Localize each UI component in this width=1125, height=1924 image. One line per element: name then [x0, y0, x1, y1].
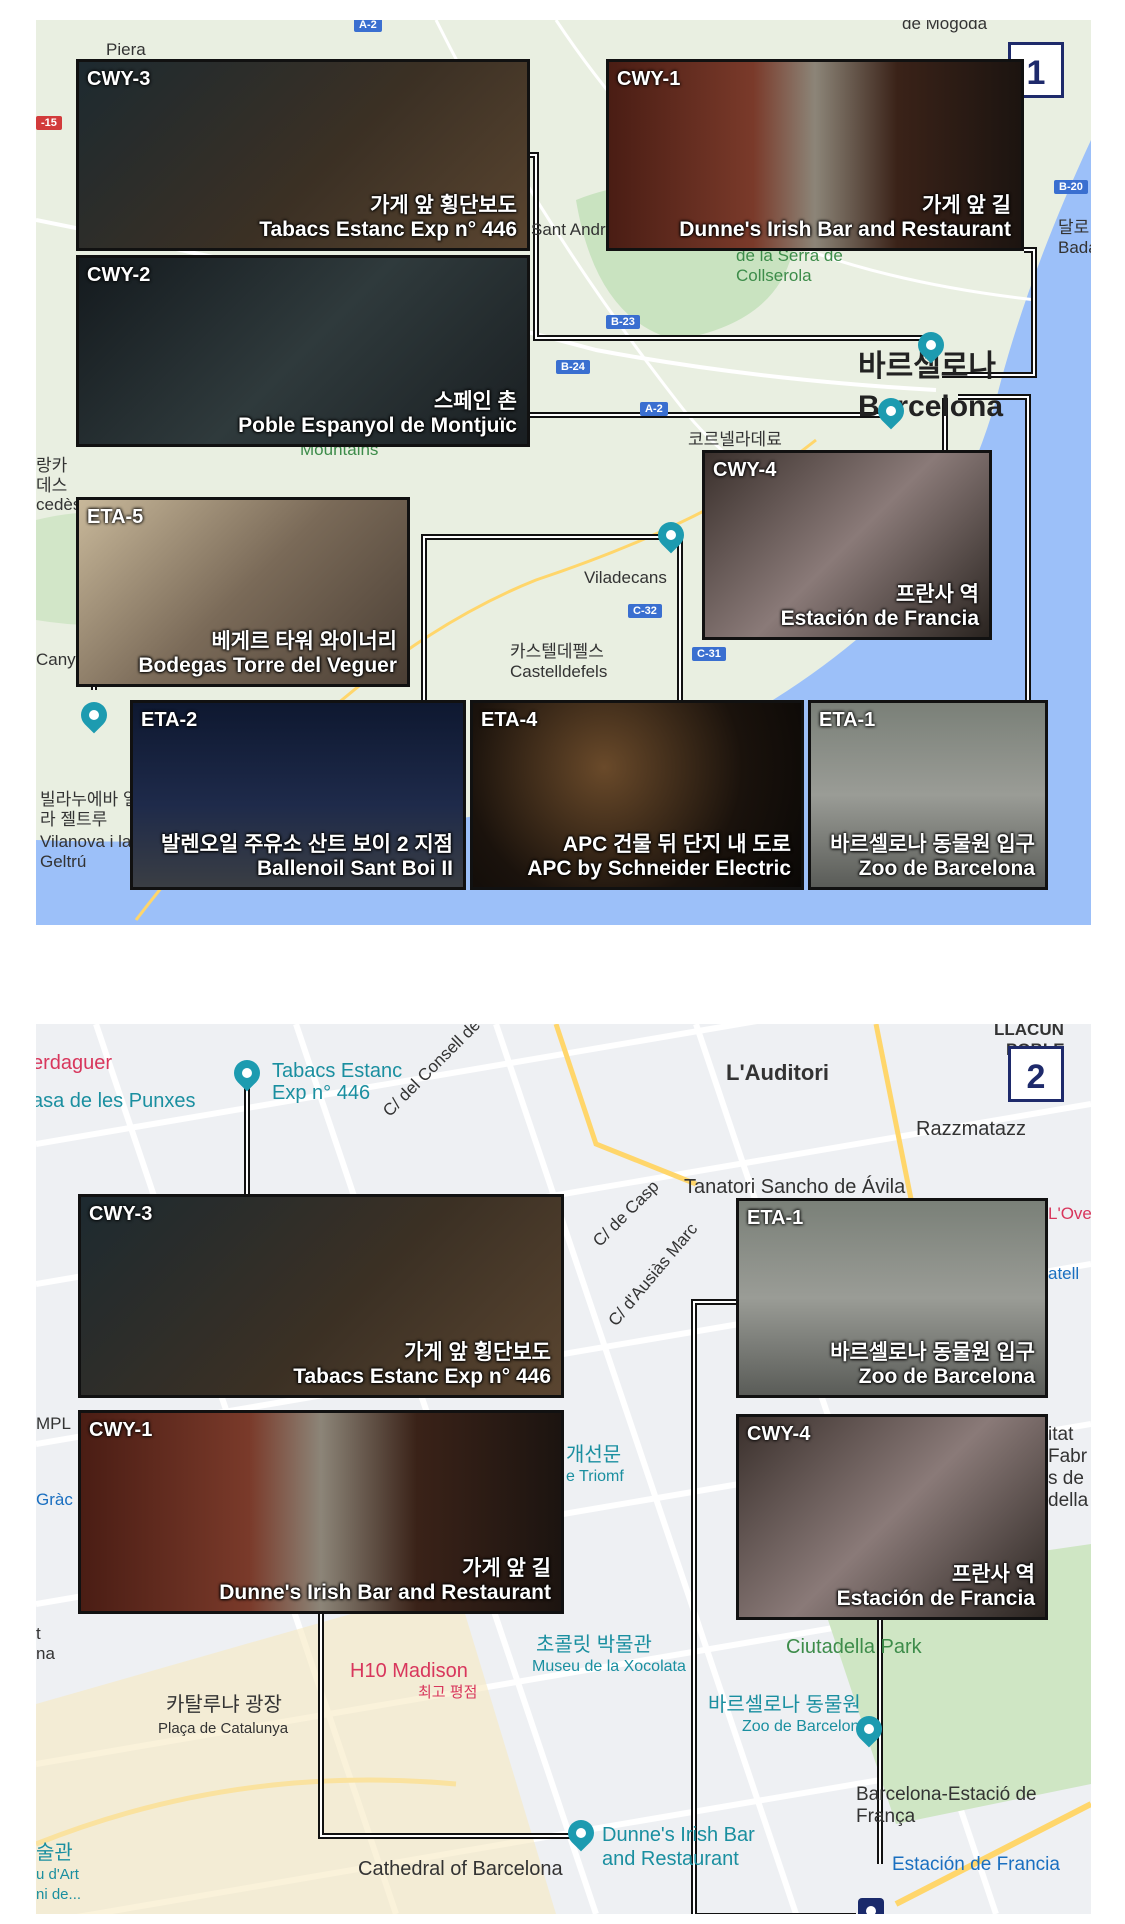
map-label: de Mogoda [902, 20, 988, 33]
map-label: C/ de Casp [589, 1176, 663, 1251]
card-tag: CWY-4 [713, 459, 777, 481]
location-card-eta-5[interactable]: ETA-5 베게르 타워 와이너리 Bodegas Torre del Vegue… [76, 497, 410, 687]
card-caption: 바르셀로나 동물원 입구 Zoo de Barcelona [830, 832, 1035, 880]
map-label: 술관 [36, 1842, 73, 1864]
road-shield: C-31 [692, 647, 726, 661]
location-card-eta-1[interactable]: ETA-1 바르셀로나 동물원 입구 Zoo de Barcelona [808, 700, 1048, 890]
map-label: 초콜릿 박물관 [536, 1634, 652, 1656]
location-card-cwy-1[interactable]: CWY-1 가게 앞 길 Dunne's Irish Bar and Restau… [78, 1410, 564, 1614]
card-caption: 가게 앞 길 Dunne's Irish Bar and Restaurant [679, 193, 1011, 241]
card-caption: 스페인 촌 Poble Espanyol de Montjuïc [238, 389, 517, 437]
road-shield: B-23 [606, 315, 640, 329]
location-card-eta-4[interactable]: ETA-4 APC 건물 뒤 단지 내 도로 APC by Schneider E… [470, 700, 804, 890]
map-label: C/ d'Ausiàs Marc [604, 1219, 702, 1330]
card-caption: 프란사 역 Estación de Francia [836, 1562, 1035, 1610]
card-tag: CWY-4 [747, 1423, 811, 1445]
card-caption: 베게르 타워 와이너리 Bodegas Torre del Veguer [138, 629, 397, 677]
card-caption: 가게 앞 횡단보도 Tabacs Estanc Exp n° 446 [259, 193, 517, 241]
map-label: atell [1048, 1264, 1080, 1283]
location-card-cwy-1[interactable]: CWY-1 가게 앞 길 Dunne's Irish Bar and Restau… [606, 59, 1024, 251]
train-station-icon[interactable] [858, 1898, 884, 1914]
card-tag: ETA-2 [141, 709, 198, 731]
card-caption: APC 건물 뒤 단지 내 도로 APC by Schneider Electri… [527, 832, 791, 880]
card-caption: 가게 앞 길 Dunne's Irish Bar and Restaurant [219, 1556, 551, 1604]
map-label: Dunne's Irish Bar [602, 1824, 755, 1846]
location-card-eta-2[interactable]: ETA-2 발렌오일 주유소 산트 보이 2 지점 Ballenoil Sant … [130, 700, 466, 890]
map-label: asa de les Punxes [36, 1090, 196, 1112]
road-shield: C-32 [628, 604, 662, 618]
map-label: L'Auditori [726, 1060, 829, 1085]
map-label: e Triomf [566, 1468, 624, 1485]
location-card-cwy-4[interactable]: CWY-4 프란사 역 Estación de Francia [702, 450, 992, 640]
map-label: Ciutadella Park [786, 1636, 922, 1658]
map-label: and Restaurant [602, 1848, 739, 1870]
location-pin[interactable] [652, 516, 690, 554]
location-card-cwy-2[interactable]: CWY-2 스페인 촌 Poble Espanyol de Montjuïc [76, 255, 530, 447]
card-caption: 프란사 역 Estación de Francia [780, 582, 979, 630]
map-label: 카스텔데펠스 [510, 642, 604, 661]
card-tag: ETA-4 [481, 709, 538, 731]
card-tag: CWY-2 [87, 264, 151, 286]
road-shield: A-2 [354, 20, 382, 32]
location-card-cwy-3[interactable]: CWY-3 가게 앞 횡단보도 Tabacs Estanc Exp n° 446 [78, 1194, 564, 1398]
map-label: 바르셀로나 동물원 [708, 1694, 861, 1716]
road-shield: A-2 [640, 402, 668, 416]
map-label: Plaça de Catalunya [158, 1720, 289, 1737]
card-tag: ETA-1 [747, 1207, 804, 1229]
card-tag: CWY-1 [89, 1419, 153, 1441]
map-panel-2[interactable]: erdaguer asa de les Punxes Tabacs Estanc… [36, 1024, 1091, 1914]
location-card-cwy-4[interactable]: CWY-4 프란사 역 Estación de Francia [736, 1414, 1048, 1620]
map-label: 최고 평점 [418, 1684, 478, 1701]
map-label: Castelldefels [510, 662, 608, 681]
map-label: 빌라누에바 일라 젤트루 [40, 790, 139, 829]
map-label: itat Fabr s de della [1048, 1424, 1089, 1511]
road-shield: B-20 [1054, 180, 1088, 194]
map-label: Razzmatazz [916, 1118, 1027, 1140]
map-label: Viladecans [584, 568, 667, 587]
map-label: u d'Art [36, 1866, 79, 1883]
road-shield: -15 [36, 116, 62, 130]
map-label: Cany [36, 650, 76, 669]
map-label: 카탈루냐 광장 [166, 1694, 282, 1716]
map-label: Zoo de Barcelona [742, 1718, 869, 1735]
map-label: Vilanova i la Geltrú [40, 832, 132, 871]
map-label: 랑카 데스 cedès [36, 456, 82, 515]
card-caption: 발렌오일 주유소 산트 보이 2 지점 Ballenoil Sant Boi II [160, 832, 453, 880]
panel-number: 2 [1008, 1046, 1064, 1102]
location-pin[interactable] [562, 1814, 600, 1852]
card-tag: ETA-1 [819, 709, 876, 731]
location-pin[interactable] [75, 696, 113, 734]
map-label: Exp n° 446 [272, 1082, 371, 1104]
location-card-eta-1[interactable]: ETA-1 바르셀로나 동물원 입구 Zoo de Barcelona [736, 1198, 1048, 1398]
map-label: 달로 Badalo [1058, 218, 1091, 257]
card-tag: CWY-3 [89, 1203, 153, 1225]
map-label: 코르넬라데료 [688, 430, 782, 449]
map-label: de la Serra de Collserola [736, 246, 843, 285]
map-label: H10 Madison [350, 1660, 468, 1682]
map-label: Estación de Francia [892, 1854, 1060, 1875]
card-tag: CWY-3 [87, 68, 151, 90]
location-card-cwy-3[interactable]: CWY-3 가게 앞 횡단보도 Tabacs Estanc Exp n° 446 [76, 59, 530, 251]
map-label: Barcelona-Estació de França [856, 1784, 1037, 1827]
map-label: Gràc [36, 1490, 73, 1509]
map-label: Tabacs Estanc [272, 1060, 403, 1082]
map-panel-1[interactable]: de Mogoda Piera Sant Andreu de la Barca … [36, 20, 1091, 925]
card-caption: 가게 앞 횡단보도 Tabacs Estanc Exp n° 446 [293, 1340, 551, 1388]
map-label: 개선문 [566, 1444, 622, 1466]
map-label: ni de... [36, 1886, 82, 1903]
map-label: MPL [36, 1414, 71, 1433]
card-tag: CWY-1 [617, 68, 681, 90]
map-label: erdaguer [36, 1052, 113, 1074]
card-tag: ETA-5 [87, 506, 144, 528]
map-label: L'Ove [1048, 1204, 1091, 1223]
map-label: Museu de la Xocolata [532, 1658, 686, 1675]
map-label: t na [36, 1624, 55, 1663]
card-caption: 바르셀로나 동물원 입구 Zoo de Barcelona [830, 1340, 1035, 1388]
map-label: Cathedral of Barcelona [358, 1858, 563, 1880]
map-label: Tanatori Sancho de Ávila [684, 1176, 906, 1198]
location-pin[interactable] [228, 1054, 266, 1092]
map-label: LLACUN [994, 1024, 1064, 1039]
road-shield: B-24 [556, 360, 590, 374]
map-label: Piera [106, 40, 146, 59]
